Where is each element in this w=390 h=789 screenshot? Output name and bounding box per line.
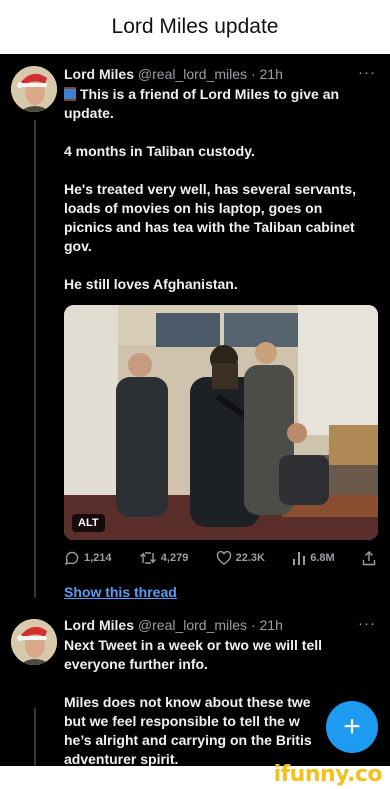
tweet-photo[interactable]: ALT: [64, 305, 378, 540]
tweet-line: He still loves Afghanistan.: [64, 276, 238, 292]
heart-icon: [216, 550, 231, 565]
author-name[interactable]: Lord Miles: [64, 66, 134, 82]
plus-icon: +: [343, 710, 361, 743]
compose-tweet-button[interactable]: +: [326, 701, 378, 753]
tweet-time[interactable]: · 21h: [251, 66, 283, 82]
reply-count: 1,214: [84, 552, 112, 564]
ifunny-watermark: ifunny.co: [273, 762, 383, 787]
avatar[interactable]: [11, 619, 57, 665]
views-button[interactable]: 6.8M: [292, 551, 335, 565]
share-button[interactable]: [362, 550, 376, 566]
tweet-time[interactable]: · 21h: [251, 617, 283, 633]
thread-connector-line: [34, 120, 36, 598]
show-thread-link[interactable]: Show this thread: [64, 584, 177, 600]
alt-text-badge[interactable]: ALT: [72, 514, 105, 532]
tweet-line: Next Tweet in a week or two we will tell…: [64, 637, 323, 672]
tweet-header: Lord Miles @real_lord_miles · 21h: [64, 617, 283, 633]
views-chart-icon: [293, 552, 306, 565]
reply-icon: [64, 551, 79, 566]
share-icon: [362, 551, 376, 566]
tweet-body: Next Tweet in a week or two we will tell…: [64, 636, 374, 766]
retweet-count: 4,279: [160, 552, 189, 564]
retweet-button[interactable]: 4,279: [139, 550, 189, 566]
tweet-header: Lord Miles @real_lord_miles · 21h: [64, 66, 283, 82]
author-handle[interactable]: @real_lord_miles: [138, 66, 247, 82]
spool-of-thread-icon: [64, 87, 76, 101]
author-name[interactable]: Lord Miles: [64, 617, 134, 633]
more-options-icon[interactable]: ···: [358, 64, 376, 81]
thread-connector-line: [34, 708, 36, 766]
avatar[interactable]: [11, 66, 57, 112]
tweet-line: Miles does not know about these twe: [64, 694, 311, 710]
tweet-body: This is a friend of Lord Miles to give a…: [64, 85, 374, 294]
tweet-line: This is a friend of Lord Miles to give a…: [64, 86, 340, 121]
like-count: 22.3K: [235, 552, 265, 564]
tweet-line: He's treated very well, has several serv…: [64, 181, 357, 254]
watermark-bar: ifunny.co: [0, 762, 390, 789]
views-count: 6.8M: [310, 552, 335, 564]
tweet-feed: Lord Miles @real_lord_miles · 21h ··· Th…: [0, 54, 390, 766]
reply-button[interactable]: 1,214: [64, 550, 112, 566]
retweet-icon: [139, 552, 156, 564]
tweet-actions: 1,214 4,279 22.3K 6.8M: [64, 547, 376, 569]
author-handle[interactable]: @real_lord_miles: [138, 617, 247, 633]
page-title: Lord Miles update: [0, 0, 390, 54]
more-options-icon[interactable]: ···: [358, 615, 376, 632]
tweet-line: 4 months in Taliban custody.: [64, 143, 255, 159]
like-button[interactable]: 22.3K: [216, 550, 265, 566]
